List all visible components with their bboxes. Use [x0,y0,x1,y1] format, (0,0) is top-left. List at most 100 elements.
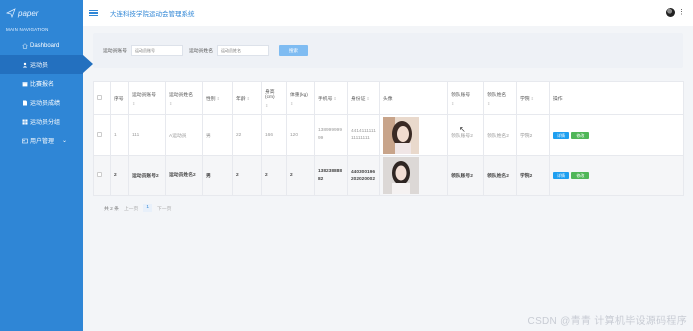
sort-icon[interactable]: ⇕ [169,101,199,106]
cell-age: 22 [232,114,262,156]
sidebar-item-label: 用户管理 [30,139,55,145]
sidebar: paper MAIN NAVIGATION Dashboard 运动员 比赛报名… [0,0,93,331]
col-header[interactable]: 体重(kg) ⇕ [286,81,315,115]
col-header[interactable]: 手机号⇕ [314,81,348,115]
cell-phone: 13899999999 [314,114,348,156]
cell-no: 1 [110,114,129,156]
sidebar-item-athletes[interactable]: 运动员 [0,55,93,74]
sidebar-item-label: 运动员 [30,63,49,69]
cell-leader-name: 领队姓名2 [483,155,517,196]
logo-text: paper [18,8,39,18]
col-header[interactable]: 身高(cm) ⇕ [261,81,287,115]
sort-icon[interactable]: ⇕ [290,101,311,106]
cell-leader-account: 领队账号2 [447,155,484,196]
table-row[interactable]: 2 运动员账号2 运动员姓名2 男 2 2 2 13823888882 4403… [93,155,684,196]
search-button[interactable]: 搜索 [279,45,308,56]
cell-height: 2 [261,155,287,196]
cell-no: 2 [110,155,129,196]
athlete-account-label: 运动员账号 [103,49,127,54]
sidebar-item-label: 比赛报名 [30,82,55,88]
col-header[interactable]: 性别⇕ [202,81,233,115]
table-header-row: 序号 运动员账号 ⇕ 运动员姓名 ⇕ 性别⇕ 年龄⇕ 身高(cm) ⇕ 体重(kg) ⇕… [93,81,684,115]
user-avatar[interactable] [666,8,675,17]
cell-age: 2 [232,155,262,196]
grid-icon [22,119,28,125]
cell-leader-name: 领队姓名2 [483,114,517,156]
col-header[interactable]: 年龄⇕ [232,81,262,115]
user-icon [22,62,28,68]
page-number-button[interactable]: 1 [143,204,153,212]
table-row[interactable]: 1 111 A运动员 男 22 166 120 13899999999 4414… [93,114,684,156]
athlete-account-input[interactable] [131,45,183,56]
pagination: 共 2 条 上一页 1 下一页 [93,204,683,212]
cell-name: 运动员姓名2 [165,155,203,196]
sort-icon[interactable]: ⇕ [366,96,369,101]
section-label: MAIN NAVIGATION [6,27,49,32]
sidebar-item-registration[interactable]: 比赛报名 [0,74,83,93]
cell-id-card: 440300196202020002 [347,155,380,196]
calendar-icon [22,81,28,87]
chevron-down-icon: ⌄ [62,138,68,144]
next-page-button[interactable]: 下一页 [157,205,171,212]
col-header[interactable]: 身份证⇕ [347,81,380,115]
main-content: 运动员账号 运动员姓名 搜索 序号 运动员账号⇕ 运动员姓名⇕ 性别⇕ 年龄⇕ … [83,26,693,331]
file-icon [22,100,28,106]
cell-name: A运动员 [165,114,203,156]
col-header[interactable]: 领队姓名 ⇕ [483,81,517,115]
logo: paper [0,0,83,26]
row-checkbox[interactable] [97,172,102,177]
watermark: CSDN @青青 计算机毕设源码程序 [527,316,687,327]
col-header[interactable]: 学院⇕ [516,81,550,115]
detail-button[interactable]: 详情 [553,172,569,179]
sidebar-item-groups[interactable]: 运动员分组 [0,112,83,131]
sort-icon[interactable]: ⇕ [451,101,480,106]
cell-college: 学院2 [516,155,550,196]
cell-phone: 13823888882 [314,155,348,196]
sidebar-item-label: 运动员分组 [30,120,61,126]
sidebar-item-users[interactable]: 用户管理 ⌄ [0,131,83,150]
search-panel: 运动员账号 运动员姓名 搜索 [93,33,683,68]
edit-button[interactable]: 修改 [571,131,590,139]
cell-weight: 120 [286,114,315,156]
col-header: 操作 [549,81,684,115]
sort-icon[interactable]: ⇕ [247,96,250,101]
cell-gender: 男 [202,114,233,156]
sidebar-nav: Dashboard 运动员 比赛报名 运动员成绩 运动员分组 用户管理 ⌄ [0,36,93,150]
mouse-cursor-icon: ↖ [459,125,466,134]
athlete-table: 序号 运动员账号 ⇕ 运动员姓名 ⇕ 性别⇕ 年龄⇕ 身高(cm) ⇕ 体重(kg) ⇕… [93,81,684,196]
select-all-checkbox[interactable] [97,94,102,100]
cell-id-card: 441411111111111111 [347,114,380,156]
athlete-name-input[interactable] [217,45,269,56]
col-header: 头像 [379,81,448,115]
app-title: 大连科技学院运动会管理系统 [110,11,195,18]
total-count: 共 2 条 [104,206,119,212]
cell-weight: 2 [286,155,315,196]
cell-leader-account: 领队账号2 [447,114,484,156]
prev-page-button[interactable]: 上一页 [124,205,138,212]
sort-icon[interactable]: ⇕ [265,103,283,108]
sidebar-item-scores[interactable]: 运动员成绩 [0,93,83,112]
sort-icon[interactable]: ⇕ [487,101,513,106]
row-checkbox[interactable] [97,131,102,137]
col-header[interactable]: 领队账号 ⇕ [447,81,484,115]
sidebar-item-dashboard[interactable]: Dashboard [0,36,83,55]
cell-gender: 男 [202,155,233,196]
col-header[interactable]: 运动员姓名 ⇕ [165,81,203,115]
sort-icon[interactable]: ⇕ [217,96,220,101]
athlete-name-label: 运动员姓名 [189,49,213,54]
sidebar-item-label: 运动员成绩 [30,101,61,107]
cell-account: 111 [128,114,166,156]
sort-icon[interactable]: ⇕ [333,96,336,101]
more-options-icon[interactable]: ⋮ [678,9,685,16]
edit-button[interactable]: 修改 [571,172,590,179]
cell-account: 运动员账号2 [128,155,166,196]
home-icon [22,42,28,49]
users-icon [22,138,28,144]
sort-icon[interactable]: ⇕ [132,101,162,106]
athlete-photo [383,157,419,194]
detail-button[interactable]: 详情 [553,131,569,139]
top-header: 大连科技学院运动会管理系统 ⋮ [83,0,693,26]
col-header[interactable]: 运动员账号 ⇕ [128,81,166,115]
sort-icon[interactable]: ⇕ [531,96,534,101]
menu-toggle-icon[interactable] [89,9,98,17]
